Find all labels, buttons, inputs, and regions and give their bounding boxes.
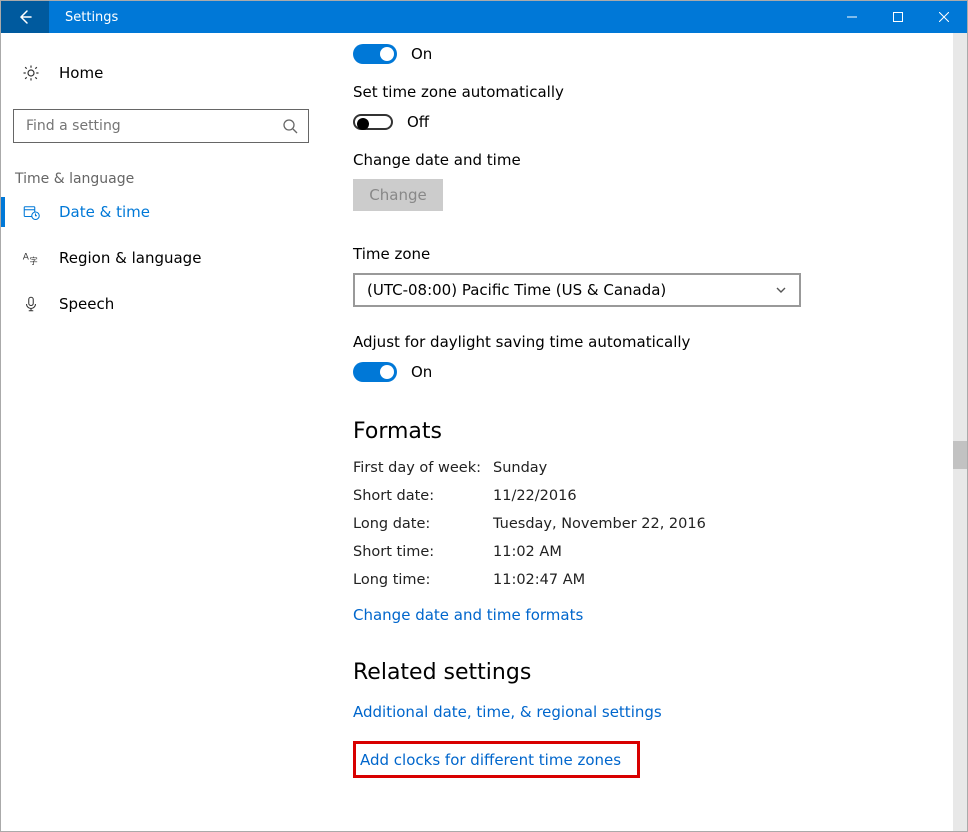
sidebar-category: Time & language	[1, 143, 321, 189]
close-icon	[939, 12, 949, 22]
close-button[interactable]	[921, 1, 967, 33]
sidebar-item-date-time[interactable]: Date & time	[1, 189, 321, 235]
dst-title: Adjust for daylight saving time automati…	[353, 333, 953, 351]
back-arrow-icon	[17, 9, 33, 25]
calendar-clock-icon	[21, 203, 41, 221]
tz-title: Time zone	[353, 245, 953, 263]
dst-toggle[interactable]	[353, 362, 397, 382]
svg-text:A: A	[23, 253, 30, 263]
format-key: Long date:	[353, 516, 493, 532]
dst-state: On	[411, 363, 432, 381]
set-tz-auto-title: Set time zone automatically	[353, 83, 953, 101]
scrollbar-thumb[interactable]	[953, 441, 967, 469]
home-label: Home	[59, 64, 103, 82]
search-box[interactable]	[13, 109, 309, 143]
back-button[interactable]	[1, 1, 49, 33]
maximize-icon	[893, 12, 903, 22]
format-key: First day of week:	[353, 460, 493, 476]
change-date-title: Change date and time	[353, 151, 953, 169]
set-time-auto-toggle[interactable]	[353, 44, 397, 64]
format-key: Short time:	[353, 544, 493, 560]
add-clocks-highlight: Add clocks for different time zones	[353, 741, 640, 778]
format-value: Sunday	[493, 460, 953, 476]
set-time-auto-state: On	[411, 45, 432, 63]
sidebar-item-label: Speech	[59, 295, 114, 313]
format-value: Tuesday, November 22, 2016	[493, 516, 953, 532]
gear-icon	[21, 64, 41, 82]
additional-settings-link[interactable]: Additional date, time, & regional settin…	[353, 703, 662, 721]
format-value: 11:02:47 AM	[493, 572, 953, 588]
chevron-down-icon	[775, 284, 787, 296]
sidebar-item-label: Date & time	[59, 203, 150, 221]
home-nav[interactable]: Home	[1, 55, 321, 91]
window-title: Settings	[49, 1, 829, 33]
add-clocks-link[interactable]: Add clocks for different time zones	[360, 751, 621, 769]
change-button: Change	[353, 179, 443, 211]
set-tz-auto-state: Off	[407, 113, 429, 131]
timezone-value: (UTC-08:00) Pacific Time (US & Canada)	[367, 281, 666, 299]
maximize-button[interactable]	[875, 1, 921, 33]
formats-heading: Formats	[353, 419, 953, 444]
microphone-icon	[21, 295, 41, 313]
scrollbar[interactable]	[953, 33, 967, 831]
format-value: 11:02 AM	[493, 544, 953, 560]
minimize-button[interactable]	[829, 1, 875, 33]
language-icon: A字	[21, 249, 41, 267]
search-icon	[282, 118, 298, 134]
sidebar-item-speech[interactable]: Speech	[1, 281, 321, 327]
change-formats-link[interactable]: Change date and time formats	[353, 606, 583, 624]
set-tz-auto-toggle[interactable]	[353, 114, 393, 130]
minimize-icon	[847, 12, 857, 22]
svg-text:字: 字	[30, 256, 38, 266]
format-key: Short date:	[353, 488, 493, 504]
format-key: Long time:	[353, 572, 493, 588]
search-input[interactable]	[24, 117, 282, 135]
sidebar-item-region-language[interactable]: A字 Region & language	[1, 235, 321, 281]
format-value: 11/22/2016	[493, 488, 953, 504]
timezone-select[interactable]: (UTC-08:00) Pacific Time (US & Canada)	[353, 273, 801, 307]
related-heading: Related settings	[353, 660, 953, 685]
sidebar-item-label: Region & language	[59, 249, 201, 267]
